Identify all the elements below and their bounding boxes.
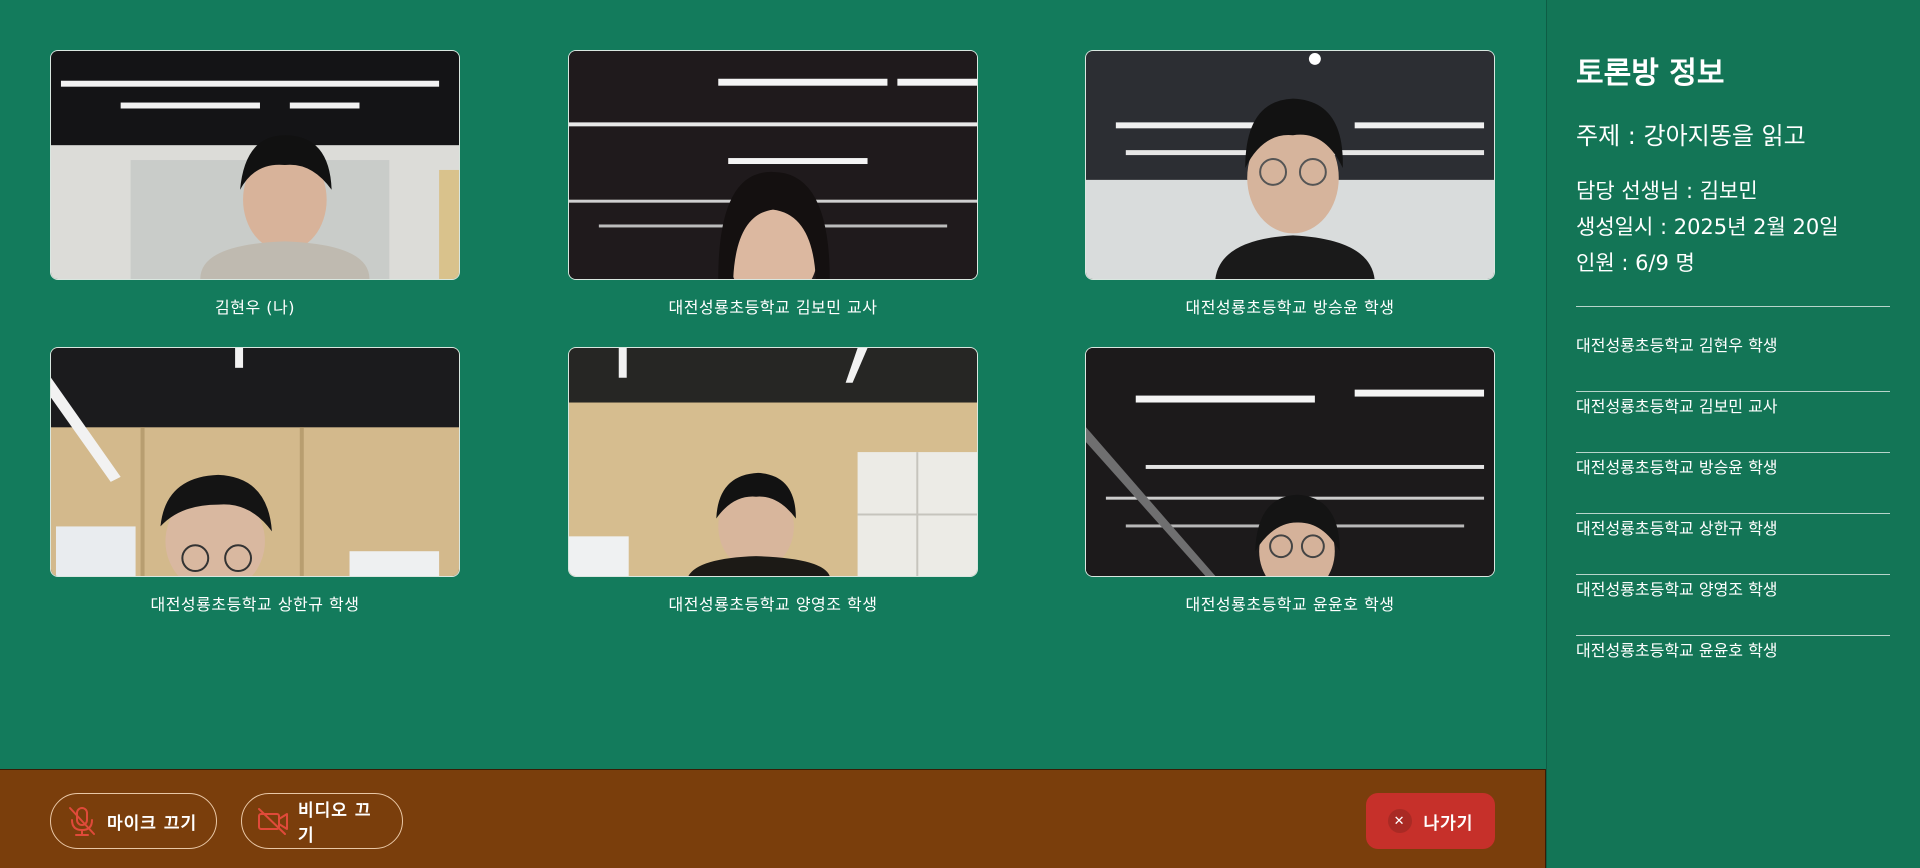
participant-name: 김현우 (나) <box>215 298 295 317</box>
video-off-label: 비디오 끄기 <box>298 801 372 846</box>
video-tile[interactable]: 대전성룡초등학교 김보민 교사 <box>568 50 978 318</box>
video-tile[interactable]: 대전성룡초등학교 윤윤호 학생 <box>1085 347 1495 615</box>
participant-list-item: 대전성룡초등학교 김현우 학생 <box>1576 331 1890 392</box>
camera-off-icon <box>256 804 290 838</box>
participant-name: 대전성룡초등학교 상한규 학생 <box>150 595 360 614</box>
mic-off-icon <box>65 804 99 838</box>
room-teacher: 담당 선생님 : 김보민 <box>1576 179 1758 203</box>
mic-off-label: 마이크 끄기 <box>107 813 198 834</box>
video-feed <box>50 50 460 280</box>
participant-list-item: 대전성룡초등학교 윤윤호 학생 <box>1576 641 1778 660</box>
participant-list-item: 대전성룡초등학교 김보민 교사 <box>1576 392 1890 453</box>
video-tile[interactable]: 김현우 (나) <box>50 50 460 318</box>
video-feed <box>568 347 978 577</box>
participant-list-item: 대전성룡초등학교 양영조 학생 <box>1576 575 1890 636</box>
video-tile[interactable]: 대전성룡초등학교 상한규 학생 <box>50 347 460 615</box>
participant-name: 대전성룡초등학교 방승윤 학생 <box>1185 298 1395 317</box>
participant-list-item: 대전성룡초등학교 방승윤 학생 <box>1576 453 1890 514</box>
leave-label: 나가기 <box>1423 813 1474 834</box>
video-grid: 김현우 (나) 대전성룡초등학교 김보민 교사 대전성룡초등학교 방승윤 학생 … <box>0 0 1545 769</box>
participant-name: 대전성룡초등학교 양영조 학생 <box>668 595 878 614</box>
video-feed <box>1085 50 1495 280</box>
video-feed <box>1085 347 1495 577</box>
video-tile[interactable]: 대전성룡초등학교 양영조 학생 <box>568 347 978 615</box>
room-created-date: 생성일시 : 2025년 2월 20일 <box>1576 215 1839 239</box>
participant-name: 대전성룡초등학교 김보민 교사 <box>668 298 878 317</box>
room-topic: 주제 : 강아지똥을 읽고 <box>1576 122 1806 150</box>
mic-off-button[interactable]: 마이크 끄기 <box>50 793 217 849</box>
video-feed <box>50 347 460 577</box>
control-bar: 마이크 끄기 비디오 끄기 ✕ 나가기 <box>0 769 1546 868</box>
panel-title: 토론방 정보 <box>1576 56 1725 91</box>
participant-list: 대전성룡초등학교 김현우 학생 대전성룡초등학교 김보민 교사 대전성룡초등학교… <box>1576 331 1890 697</box>
video-off-button[interactable]: 비디오 끄기 <box>241 793 403 849</box>
leave-button[interactable]: ✕ 나가기 <box>1366 793 1495 849</box>
video-feed <box>568 50 978 280</box>
participant-list-item: 대전성룡초등학교 상한규 학생 <box>1576 514 1890 575</box>
participant-name: 대전성룡초등학교 윤윤호 학생 <box>1185 595 1395 614</box>
video-tile[interactable]: 대전성룡초등학교 방승윤 학생 <box>1085 50 1495 318</box>
x-icon: ✕ <box>1387 809 1412 833</box>
room-info-panel: 토론방 정보 주제 : 강아지똥을 읽고 담당 선생님 : 김보민 생성일시 :… <box>1546 0 1920 868</box>
divider <box>1576 306 1890 307</box>
room-member-count: 인원 : 6/9 명 <box>1576 251 1695 275</box>
